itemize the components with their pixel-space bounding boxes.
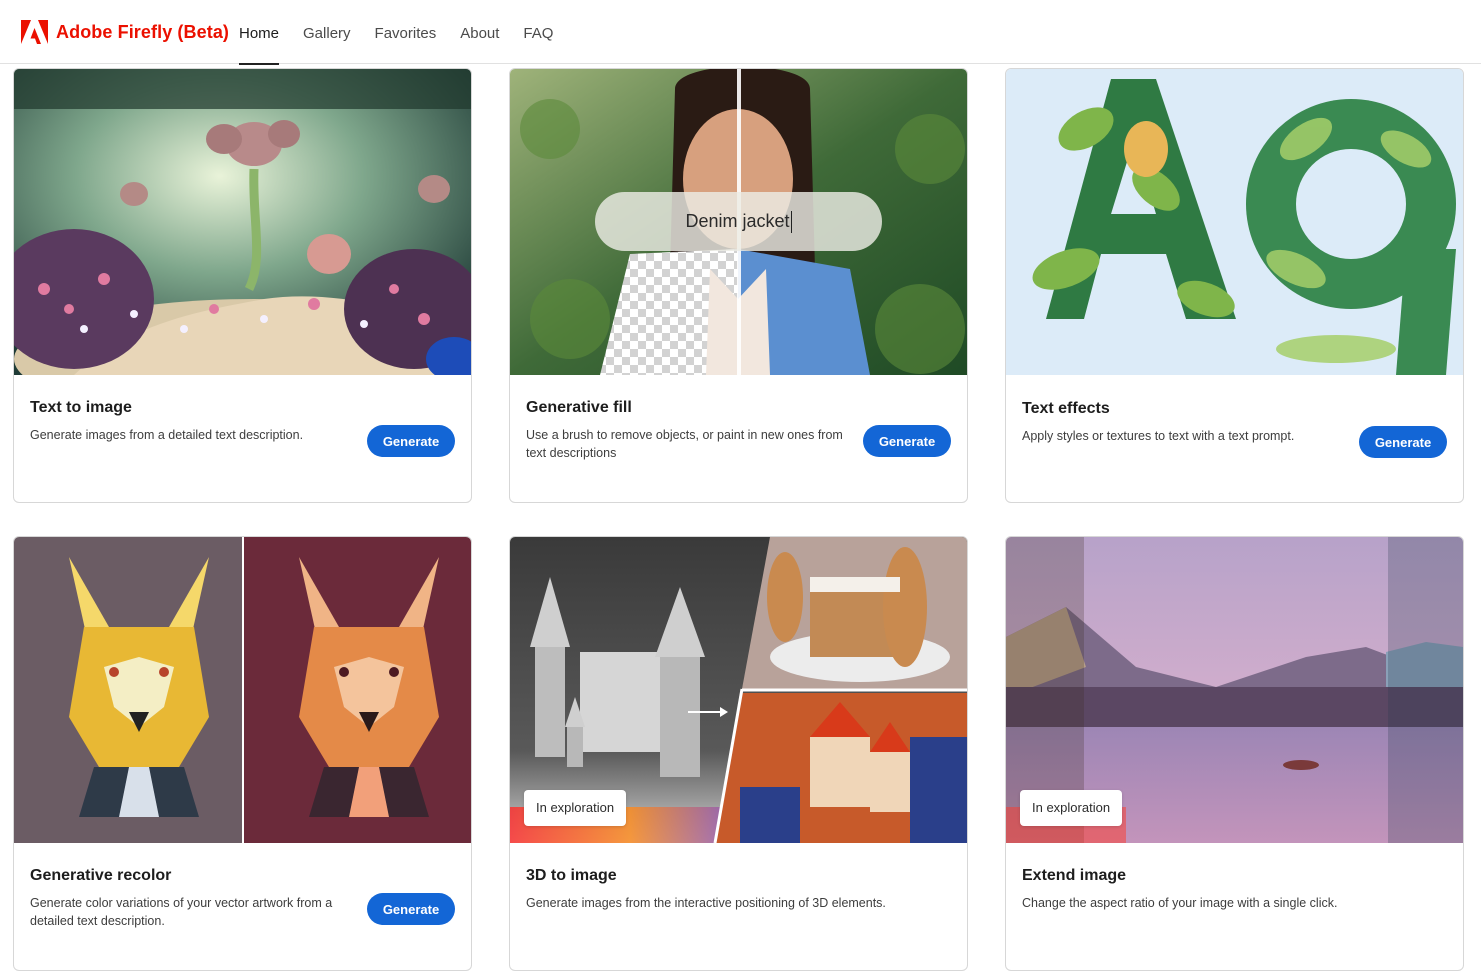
in-exploration-badge: In exploration (1020, 790, 1123, 826)
generate-button[interactable]: Generate (367, 893, 455, 925)
castle-3d-image: In exploration (510, 537, 967, 843)
card-text-effects[interactable]: Text effects Apply styles or textures to… (1005, 68, 1464, 503)
generate-button[interactable]: Generate (367, 425, 455, 457)
top-navigation-bar: Adobe Firefly (Beta) Home Gallery Favori… (0, 0, 1481, 65)
nav-faq[interactable]: FAQ (523, 0, 553, 64)
card-title: 3D to image (526, 867, 617, 884)
card-description: Generate color variations of your vector… (30, 896, 333, 928)
generate-button[interactable]: Generate (1359, 426, 1447, 458)
prompt-input-preview: Denim jacket (595, 192, 882, 251)
card-description: Change the aspect ratio of your image wi… (1022, 896, 1338, 910)
card-3d-to-image[interactable]: In exploration 3D to image Generate imag… (509, 536, 968, 971)
card-title: Text effects (1022, 400, 1110, 417)
card-title: Extend image (1022, 867, 1127, 884)
recolored-dog-image (14, 537, 471, 843)
prompt-text: Denim jacket (685, 211, 790, 231)
card-generative-fill[interactable]: Denim jacket Generative fill Use a brush… (509, 68, 968, 503)
nav-about[interactable]: About (460, 0, 499, 64)
card-description: Generate images from a detailed text des… (30, 428, 304, 442)
card-description: Apply styles or textures to text with a … (1022, 429, 1295, 443)
in-exploration-badge: In exploration (524, 790, 627, 826)
text-caret (790, 211, 792, 234)
brand[interactable]: Adobe Firefly (Beta) (21, 20, 229, 44)
nav-favorites[interactable]: Favorites (375, 0, 437, 64)
app-title: Adobe Firefly (Beta) (56, 21, 230, 42)
generate-button[interactable]: Generate (863, 425, 951, 457)
card-title: Text to image (30, 399, 132, 416)
leaf-letters-image (1006, 69, 1463, 375)
fantasy-garden-image (14, 69, 471, 375)
card-title: Generative recolor (30, 867, 172, 884)
card-description: Generate images from the interactive pos… (526, 896, 886, 910)
adobe-logo-icon (21, 20, 48, 44)
lake-landscape-image: In exploration (1006, 537, 1463, 843)
card-title: Generative fill (526, 399, 632, 416)
portrait-fill-image: Denim jacket (510, 69, 967, 375)
nav-home[interactable]: Home (239, 0, 280, 65)
main-nav: Home Gallery Favorites About FAQ (239, 0, 577, 65)
card-generative-recolor[interactable]: Generative recolor Generate color variat… (13, 536, 472, 971)
card-extend-image[interactable]: In exploration Extend image Change the a… (1005, 536, 1464, 971)
nav-gallery[interactable]: Gallery (303, 0, 351, 64)
card-description: Use a brush to remove objects, or paint … (526, 428, 843, 460)
card-text-to-image[interactable]: Text to image Generate images from a det… (13, 68, 472, 503)
